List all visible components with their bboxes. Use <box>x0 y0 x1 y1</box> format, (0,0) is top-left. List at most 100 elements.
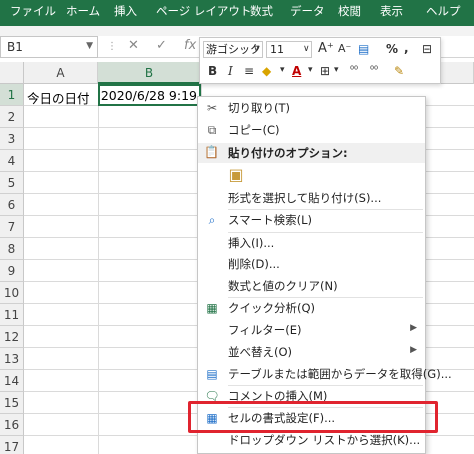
decrease-decimal-icon[interactable]: ⁰⁰ <box>370 63 378 79</box>
tab-home[interactable]: ホーム <box>66 0 100 26</box>
row-header[interactable]: 11 <box>0 304 24 326</box>
tab-insert[interactable]: 挿入 <box>114 0 137 26</box>
row-header[interactable]: 1 <box>0 84 24 106</box>
copy-icon: ⧉ <box>207 123 217 137</box>
menu-item-clear[interactable]: 数式と値のクリア(N) <box>198 275 425 297</box>
menu-label: 形式を選択して貼り付け(S)... <box>228 191 382 205</box>
column-header-b[interactable]: B <box>98 62 201 84</box>
chevron-down-icon[interactable]: ∨ <box>253 41 260 57</box>
row-header[interactable]: 6 <box>0 194 24 216</box>
mini-toolbar: 游ゴシック ∨ 11 ∨ A⁺ A⁻ ▤ % , ⊟ B I ≡ ◆ ▾ A ▾… <box>199 37 441 84</box>
menu-item-dropdown-list[interactable]: ドロップダウン リストから選択(K)... <box>198 429 425 451</box>
menu-item-copy[interactable]: ⧉ コピー(C) <box>198 119 425 141</box>
format-cells-icon: ▦ <box>206 411 218 425</box>
fill-color-icon[interactable]: ◆ <box>262 63 271 79</box>
row-header[interactable]: 9 <box>0 260 24 282</box>
menu-label: ドロップダウン リストから選択(K)... <box>228 433 421 447</box>
menu-item-quick-analysis[interactable]: ▦ クイック分析(Q) <box>198 297 425 319</box>
row-header[interactable]: 14 <box>0 370 24 392</box>
percent-button[interactable]: % <box>386 41 398 57</box>
chevron-right-icon: ▶ <box>410 323 417 333</box>
row-header[interactable]: 10 <box>0 282 24 304</box>
cell-a1[interactable]: 今日の日付 <box>27 88 90 107</box>
menu-label: セルの書式設定(F)... <box>228 411 336 425</box>
search-icon: ⌕ <box>208 213 216 227</box>
menu-label: テーブルまたは範囲からデータを取得(G)... <box>228 367 452 381</box>
tab-help[interactable]: ヘルプ <box>426 0 461 26</box>
row-header[interactable]: 4 <box>0 150 24 172</box>
menu-item-sort[interactable]: 並べ替え(O) ▶ <box>198 341 425 363</box>
comment-icon: 🗨 <box>204 389 220 403</box>
menu-label: 削除(D)... <box>228 257 280 271</box>
format-painter-icon[interactable]: ✎ <box>394 63 404 79</box>
menu-label: コピー(C) <box>228 123 280 137</box>
name-box[interactable]: B1 ▼ <box>0 36 98 58</box>
comma-button[interactable]: , <box>404 40 409 56</box>
chevron-down-icon[interactable]: ▾ <box>280 62 285 78</box>
menu-label: 切り取り(T) <box>228 101 290 115</box>
row-header[interactable]: 17 <box>0 436 24 454</box>
menu-item-filter[interactable]: フィルター(E) ▶ <box>198 319 425 341</box>
quick-analysis-icon: ▦ <box>206 301 218 315</box>
decrease-font-icon[interactable]: A⁻ <box>338 41 351 57</box>
bold-button[interactable]: B <box>208 63 217 79</box>
row-header[interactable]: 15 <box>0 392 24 414</box>
row-header[interactable]: 13 <box>0 348 24 370</box>
tab-data[interactable]: データ <box>290 0 325 26</box>
menu-item-delete[interactable]: 削除(D)... <box>198 253 425 275</box>
tab-view[interactable]: 表示 <box>380 0 403 26</box>
menu-item-insert[interactable]: 挿入(I)... <box>198 232 425 254</box>
context-menu: ✂ 切り取り(T) ⧉ コピー(C) 📋 貼り付けのオプション: ▣ 形式を選択… <box>197 96 452 454</box>
menu-item-cut[interactable]: ✂ 切り取り(T) <box>198 97 425 119</box>
increase-font-icon[interactable]: A⁺ <box>318 41 334 57</box>
tab-review[interactable]: 校閲 <box>338 0 361 26</box>
ribbon-body <box>0 26 474 36</box>
ribbon-tabs: ファイル ホーム 挿入 ページ レイアウト 数式 データ 校閲 表示 ヘルプ <box>0 0 474 26</box>
chevron-down-icon[interactable]: ∨ <box>303 41 310 57</box>
row-header[interactable]: 8 <box>0 238 24 260</box>
accounting-format-icon[interactable]: ▤ <box>358 41 369 57</box>
menu-label: フィルター(E) <box>228 323 302 337</box>
row-header[interactable]: 12 <box>0 326 24 348</box>
tab-file[interactable]: ファイル <box>10 0 56 26</box>
enter-icon[interactable]: ✓ <box>156 38 167 53</box>
menu-label: 挿入(I)... <box>228 236 275 250</box>
grid-line <box>98 84 99 454</box>
fx-icon[interactable]: fx <box>184 38 196 53</box>
chevron-down-icon[interactable]: ▼ <box>86 41 93 51</box>
borders-icon[interactable]: ⊞ <box>320 63 330 79</box>
menu-label: 貼り付けのオプション: <box>228 146 348 160</box>
vertical-dots-icon: ⋮ <box>107 41 117 52</box>
column-header-a[interactable]: A <box>24 62 98 84</box>
chevron-down-icon[interactable]: ▾ <box>308 62 313 78</box>
menu-label: 並べ替え(O) <box>228 345 293 359</box>
menu-item-format-cells[interactable]: ▦ セルの書式設定(F)... <box>198 407 425 429</box>
increase-decimal-icon[interactable]: ⁰⁰ <box>350 63 358 79</box>
cell-b1-selected[interactable]: 2020/6/28 9:19 <box>98 84 201 106</box>
row-header[interactable]: 16 <box>0 414 24 436</box>
select-all-corner[interactable] <box>0 62 24 84</box>
font-color-icon[interactable]: A <box>292 63 301 79</box>
merge-center-icon[interactable]: ⊟ <box>422 41 432 57</box>
cancel-icon[interactable]: ✕ <box>128 38 139 53</box>
align-center-icon[interactable]: ≡ <box>244 63 254 79</box>
scissors-icon: ✂ <box>206 101 218 115</box>
tab-formulas[interactable]: 数式 <box>250 0 273 26</box>
menu-item-insert-comment[interactable]: 🗨 コメントの挿入(M) <box>198 385 425 407</box>
tab-page-layout[interactable]: ページ レイアウト <box>156 0 251 26</box>
row-header[interactable]: 5 <box>0 172 24 194</box>
menu-item-get-data[interactable]: ▤ テーブルまたは範囲からデータを取得(G)... <box>198 363 451 385</box>
italic-button[interactable]: I <box>228 63 233 79</box>
menu-item-paste-special[interactable]: 形式を選択して貼り付け(S)... <box>198 187 425 209</box>
menu-label: 数式と値のクリア(N) <box>228 279 338 293</box>
chevron-down-icon[interactable]: ▾ <box>334 62 339 78</box>
menu-item-smart-lookup[interactable]: ⌕ スマート検索(L) <box>198 209 425 231</box>
menu-label: コメントの挿入(M) <box>228 389 328 403</box>
row-header[interactable]: 3 <box>0 128 24 150</box>
paste-button[interactable]: ▣ <box>198 163 425 189</box>
menu-label: スマート検索(L) <box>228 213 313 227</box>
cell-b1-value: 2020/6/28 9:19 <box>100 88 197 103</box>
row-header[interactable]: 7 <box>0 216 24 238</box>
row-header[interactable]: 2 <box>0 106 24 128</box>
name-box-value: B1 <box>7 40 23 54</box>
